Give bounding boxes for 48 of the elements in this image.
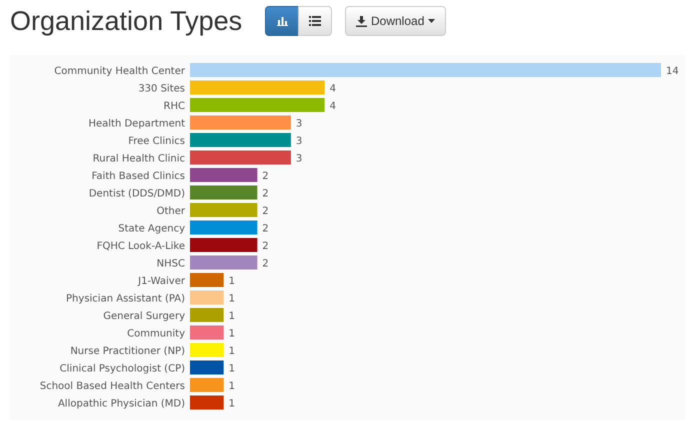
- category-label: 330 Sites: [138, 84, 185, 94]
- list-icon: [309, 16, 321, 26]
- value-label: 1: [228, 276, 236, 287]
- value-label: 1: [228, 346, 236, 357]
- category-label: Faith Based Clinics: [92, 171, 185, 182]
- value-label: 2: [262, 206, 269, 217]
- download-icon: [356, 16, 367, 26]
- value-label: 2: [262, 224, 269, 234]
- value-label: 2: [262, 188, 269, 200]
- category-label: State Agency: [118, 224, 185, 234]
- bar-chart-icon: [276, 16, 288, 26]
- download-button[interactable]: Download: [345, 6, 446, 36]
- list-view-button[interactable]: [298, 6, 332, 36]
- value-label: 1: [228, 381, 236, 392]
- category-label: Community Health Center: [54, 66, 185, 77]
- category-label: Free Clinics: [128, 136, 185, 147]
- category-label: General Surgery: [103, 311, 185, 322]
- category-label: Clinical Psychologist (CP): [60, 364, 185, 374]
- value-label: 3: [296, 154, 302, 164]
- category-label: Dentist (DDS/DMD): [88, 188, 185, 200]
- value-label: 2: [262, 258, 269, 270]
- category-label: Physician Assistant (PA): [66, 294, 185, 304]
- category-label: Community: [127, 328, 185, 340]
- value-label: 1: [228, 294, 236, 304]
- category-label: Allopathic Physician (MD): [58, 398, 185, 410]
- value-label: 4: [330, 101, 336, 112]
- category-label: Health Department: [88, 118, 185, 130]
- value-label: 1: [228, 311, 236, 322]
- category-label: FQHC Look-A-Like: [96, 241, 185, 252]
- value-label: 2: [262, 241, 269, 252]
- category-label: NHSC: [156, 258, 185, 270]
- category-label: School Based Health Centers: [40, 381, 185, 392]
- value-label: 4: [330, 84, 336, 94]
- value-label: 3: [296, 136, 302, 147]
- category-label: J1-Waiver: [138, 276, 185, 287]
- page-title: Organization Types: [10, 8, 244, 34]
- category-label: Other: [156, 206, 185, 217]
- category-label: RHC: [164, 101, 185, 112]
- value-label: 1: [228, 364, 236, 374]
- category-label: Rural Health Clinic: [92, 154, 185, 164]
- value-label: 1: [228, 328, 236, 340]
- category-label: Nurse Practitioner (NP): [70, 346, 185, 357]
- chart-view-button[interactable]: [265, 6, 299, 36]
- value-label: 14: [666, 66, 679, 77]
- value-label: 3: [296, 118, 302, 130]
- caret-icon: [428, 19, 436, 23]
- value-label: 1: [228, 398, 236, 410]
- value-label: 2: [262, 171, 269, 182]
